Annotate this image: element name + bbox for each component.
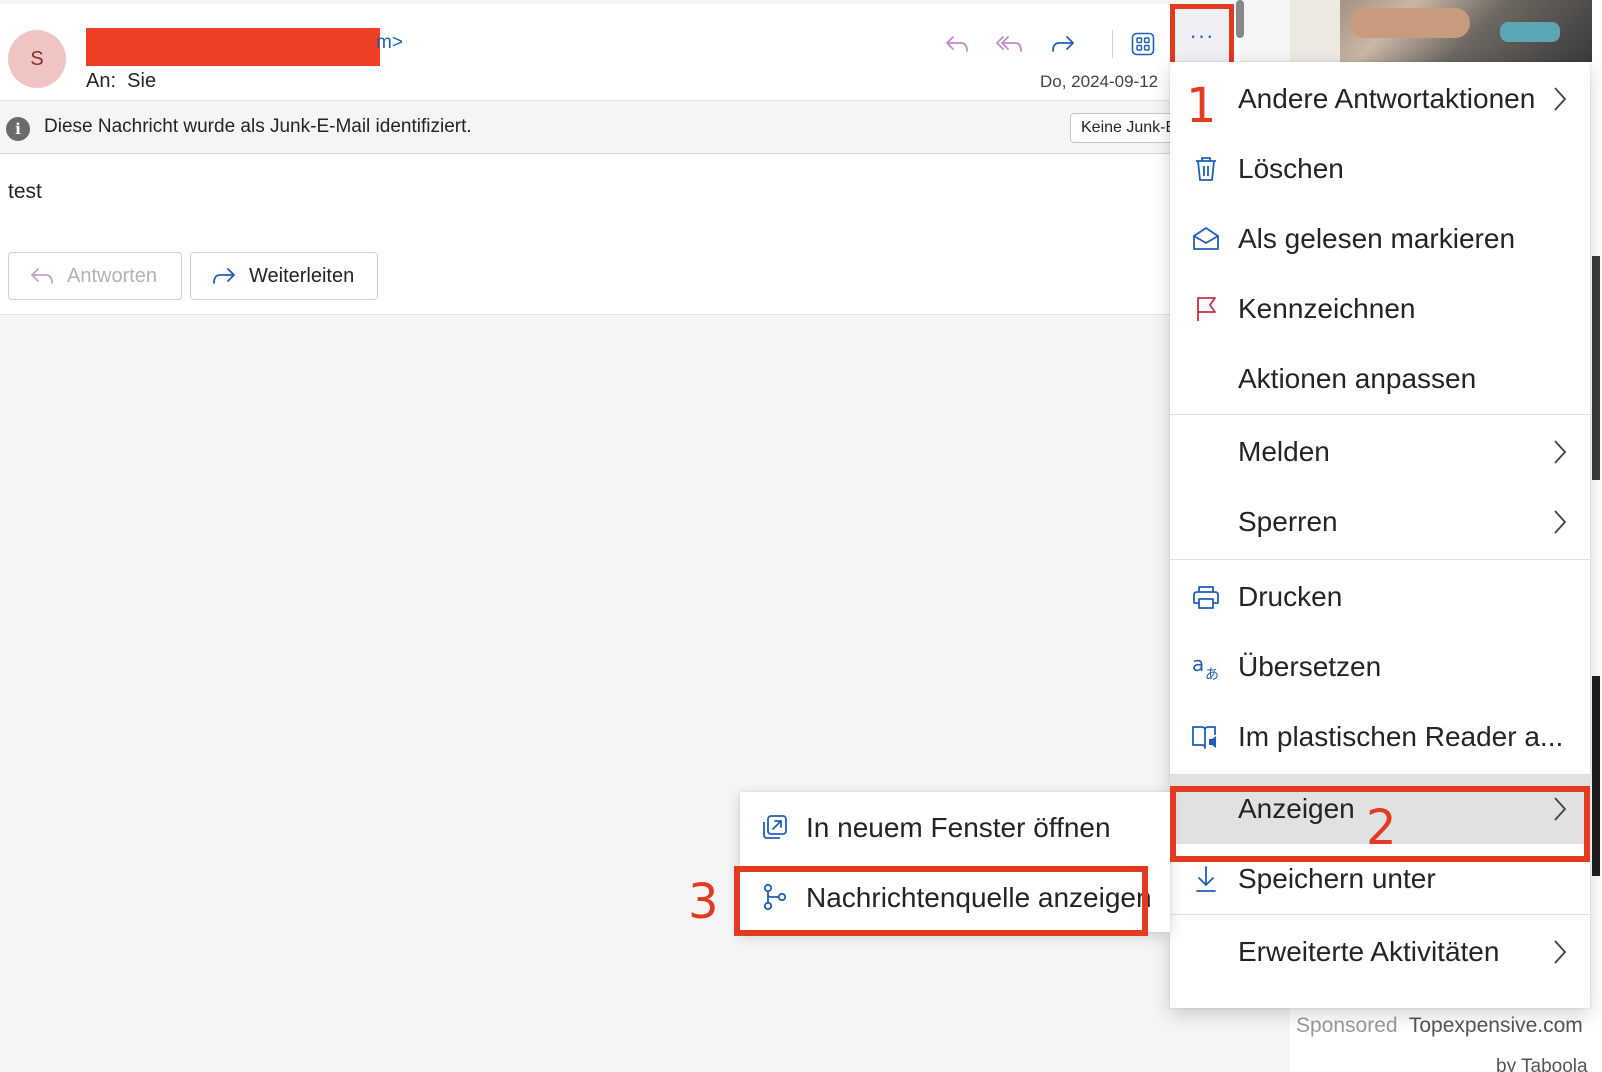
ad-image-shirt	[1290, 0, 1340, 62]
envelope-open-icon	[1190, 223, 1222, 255]
not-junk-button[interactable]: Keine Junk-E-Mail	[1070, 113, 1180, 143]
info-icon: i	[6, 117, 30, 141]
menu-item-mark-read[interactable]: Als gelesen markieren	[1170, 204, 1590, 274]
recipient-line: An: Sie	[86, 70, 156, 93]
menu-item-flag[interactable]: Kennzeichnen	[1170, 274, 1590, 344]
to-label: An:	[86, 70, 117, 92]
apps-icon[interactable]	[1126, 28, 1160, 60]
menu-item-immersive-reader[interactable]: Im plastischen Reader a...	[1170, 702, 1590, 772]
sender-address[interactable]: m>	[376, 32, 403, 54]
to-value[interactable]: Sie	[127, 70, 156, 92]
reply-button-label: Antworten	[67, 264, 158, 287]
menu-item-label: Speichern unter	[1238, 863, 1436, 894]
forward-button[interactable]: Weiterleiten	[190, 252, 378, 300]
menu-item-label: Löschen	[1238, 153, 1344, 184]
printer-icon	[1190, 581, 1222, 613]
menu-item-label: Andere Antwortaktionen	[1238, 83, 1536, 114]
open-new-window-icon	[760, 812, 790, 842]
reply-icon	[29, 266, 57, 286]
reply-all-icon[interactable]	[992, 28, 1026, 60]
ad-image-strip	[1592, 256, 1600, 480]
menu-item-label: Kennzeichnen	[1238, 293, 1416, 324]
ad-advertiser[interactable]: Topexpensive.com	[1409, 1014, 1583, 1037]
menu-item-label: Übersetzen	[1238, 651, 1382, 682]
annotation-step-3: 3	[688, 874, 719, 930]
ad-image-arm	[1350, 8, 1470, 38]
menu-item-delete[interactable]: Löschen	[1170, 134, 1590, 204]
submenu-item-open-new-window[interactable]: In neuem Fenster öffnen	[740, 792, 1170, 862]
flag-icon	[1190, 293, 1222, 325]
menu-item-customize-actions[interactable]: Aktionen anpassen	[1170, 344, 1590, 414]
trash-icon	[1190, 153, 1222, 185]
ad-image-dumbbell	[1500, 22, 1560, 42]
forward-icon	[211, 266, 239, 286]
sender-redaction	[86, 28, 380, 66]
download-icon	[1190, 863, 1222, 895]
menu-item-label: Erweiterte Aktivitäten	[1238, 936, 1500, 967]
more-actions-button[interactable]: ···	[1170, 4, 1234, 68]
chevron-right-icon	[1554, 940, 1567, 964]
menu-item-block[interactable]: Sperren	[1170, 487, 1590, 557]
svg-text:あ: あ	[1205, 667, 1219, 681]
ad-by-taboola[interactable]: by Taboola	[1496, 1056, 1588, 1072]
ad-sponsored[interactable]: Sponsored Topexpensive.com	[1296, 1014, 1583, 1038]
avatar[interactable]: S	[8, 30, 66, 88]
forward-icon[interactable]	[1046, 28, 1080, 60]
forward-button-label: Weiterleiten	[249, 264, 355, 287]
immersive-reader-icon	[1190, 721, 1222, 753]
menu-separator	[1170, 914, 1590, 915]
chevron-right-icon	[1554, 87, 1567, 111]
menu-item-label: Im plastischen Reader a...	[1238, 721, 1564, 752]
menu-item-label: Sperren	[1238, 506, 1338, 537]
menu-item-other-reply-actions[interactable]: Andere Antwortaktionen	[1170, 64, 1590, 134]
annotation-box-message-source	[734, 866, 1148, 936]
sponsored-label: Sponsored	[1296, 1014, 1398, 1037]
chevron-right-icon	[1554, 440, 1567, 464]
chevron-right-icon	[1554, 510, 1567, 534]
message-date: Do, 2024-09-12	[1040, 72, 1159, 91]
reply-button[interactable]: Antworten	[8, 252, 182, 300]
submenu-item-label: In neuem Fenster öffnen	[806, 812, 1111, 843]
toolbar-separator	[1112, 30, 1113, 58]
junk-notice-text: Diese Nachricht wurde als Junk-E-Mail id…	[44, 116, 472, 137]
junk-notice-bar: i Diese Nachricht wurde als Junk-E-Mail …	[0, 100, 1240, 154]
ad-image-strip-2	[1592, 676, 1600, 876]
menu-item-advanced-activities[interactable]: Erweiterte Aktivitäten	[1170, 917, 1590, 987]
translate-icon: aあ	[1190, 651, 1222, 683]
annotation-box-view	[1170, 786, 1590, 862]
ad-image[interactable]	[1290, 0, 1592, 62]
message-body: test	[8, 180, 42, 203]
menu-item-label: Drucken	[1238, 581, 1343, 612]
menu-separator	[1170, 559, 1590, 560]
more-actions-menu: Andere Antwortaktionen Löschen Als geles…	[1170, 62, 1590, 1008]
menu-item-label: Melden	[1238, 436, 1330, 467]
menu-item-label: Als gelesen markieren	[1238, 223, 1516, 254]
menu-item-translate[interactable]: aあ Übersetzen	[1170, 632, 1590, 702]
menu-separator	[1170, 414, 1590, 415]
reading-pane-scrollbar[interactable]	[1236, 0, 1244, 38]
menu-item-label: Aktionen anpassen	[1238, 363, 1477, 394]
menu-item-report[interactable]: Melden	[1170, 417, 1590, 487]
reply-icon[interactable]	[940, 28, 974, 60]
annotation-step-1: 1	[1186, 78, 1217, 134]
menu-item-print[interactable]: Drucken	[1170, 562, 1590, 632]
message-card: S m> An: Sie Do, 2024-09-12 i Diese Nach…	[0, 4, 1240, 315]
svg-text:a: a	[1192, 653, 1204, 676]
